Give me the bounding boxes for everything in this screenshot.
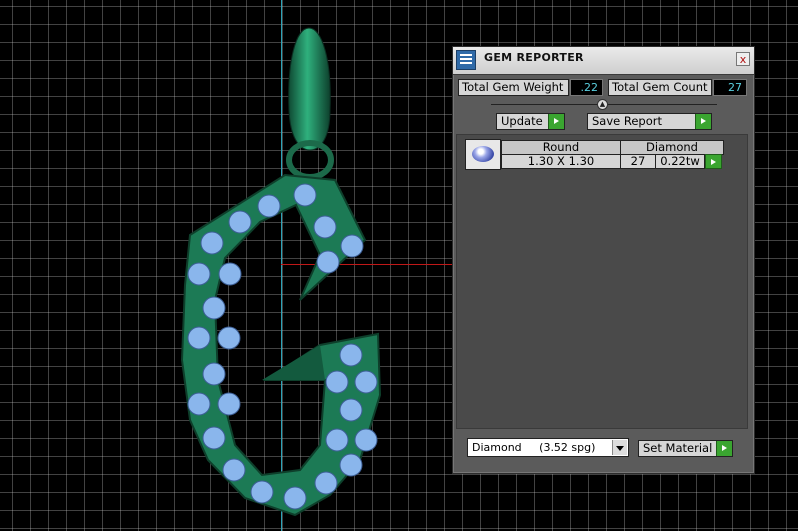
gem-size: 1.30 X 1.30 <box>501 154 621 169</box>
gem-material-header: Diamond <box>620 140 724 155</box>
panel-title: GEM REPORTER <box>484 51 584 64</box>
gem-shape-header: Round <box>501 140 621 155</box>
update-button-label: Update <box>501 114 543 128</box>
gem-thumbnail[interactable] <box>465 139 501 170</box>
bail-shape <box>288 27 331 151</box>
panel-titlebar[interactable]: GEM REPORTER x <box>453 47 754 75</box>
total-gem-weight-value: .22 <box>570 79 603 96</box>
save-report-button-label: Save Report <box>592 114 663 128</box>
save-report-button[interactable]: Save Report <box>587 113 712 130</box>
close-icon[interactable]: x <box>736 52 750 66</box>
arrow-right-icon <box>706 155 721 168</box>
total-gem-count-value: 27 <box>713 79 747 96</box>
update-button[interactable]: Update <box>496 113 565 130</box>
total-gem-count-label: Total Gem Count <box>608 79 712 96</box>
arrow-right-icon <box>548 114 564 129</box>
set-material-button-label: Set Material <box>643 441 713 455</box>
app-icon <box>456 50 476 70</box>
arrow-right-icon <box>716 441 732 456</box>
total-gem-weight-label: Total Gem Weight <box>458 79 569 96</box>
gem-reporter-panel: GEM REPORTER x Total Gem Weight .22 Tota… <box>452 46 755 474</box>
dropdown-icon[interactable] <box>612 440 627 455</box>
gem-row-arrow-button[interactable] <box>705 154 722 169</box>
arrow-right-icon <box>695 114 711 129</box>
gem-list[interactable]: Round Diamond 1.30 X 1.30 27 0.22tw <box>456 134 748 429</box>
material-dropdown-value: Diamond (3.52 spg) <box>472 441 596 454</box>
gem-weight: 0.22tw <box>655 154 705 169</box>
gem-count: 27 <box>620 154 656 169</box>
set-material-button[interactable]: Set Material <box>638 440 733 457</box>
slider-thumb-icon[interactable]: ▲ <box>597 99 608 110</box>
material-dropdown[interactable]: Diamond (3.52 spg) <box>467 438 629 457</box>
